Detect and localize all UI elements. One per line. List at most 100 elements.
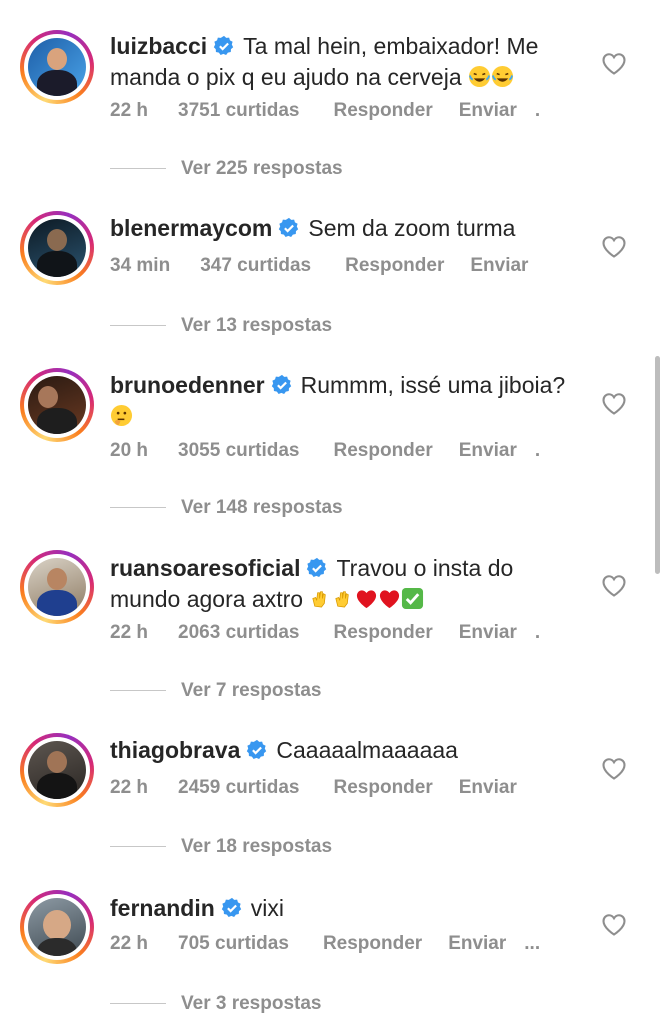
avatar-story-ring[interactable] <box>20 890 94 964</box>
view-replies-button[interactable]: Ver 7 respostas <box>110 680 321 702</box>
comment-text-block: blenermaycom Sem da zoom turma <box>110 213 580 244</box>
username-link[interactable]: thiagobrava <box>110 737 240 763</box>
verified-badge-icon <box>213 35 234 55</box>
avatar <box>28 558 86 616</box>
comment-text: vixi <box>250 895 285 921</box>
send-button[interactable]: Enviar <box>459 622 517 644</box>
comment-meta: 22 h 3751 curtidas Responder Enviar. <box>110 100 540 122</box>
likes-count[interactable]: 3055 curtidas <box>178 440 299 462</box>
comment-text-block: ruansoaresoficial Travou o insta do mundo… <box>110 553 580 615</box>
scrollbar[interactable] <box>655 356 660 574</box>
reply-button[interactable]: Responder <box>334 440 433 462</box>
avatar-story-ring[interactable] <box>20 368 94 442</box>
avatar-story-ring[interactable] <box>20 733 94 807</box>
divider-line <box>110 846 166 848</box>
verified-badge-icon <box>279 217 299 237</box>
avatar-story-ring[interactable] <box>20 550 94 624</box>
comment-time: 20 h <box>110 440 149 461</box>
comment-meta: 34 min 347 curtidas Responder Enviar <box>110 255 546 277</box>
comment-meta: 22 h 705 curtidas Responder Enviar... <box>110 933 540 955</box>
likes-count[interactable]: 3751 curtidas <box>178 100 299 122</box>
view-replies-label: Ver 148 respostas <box>181 497 343 518</box>
comment-time: 22 h <box>110 622 149 643</box>
comment-time: 22 h <box>110 777 149 798</box>
username-link[interactable]: blenermaycom <box>110 215 272 241</box>
likes-count[interactable]: 347 curtidas <box>200 255 311 277</box>
laughing-emoji <box>462 64 514 90</box>
more-options-button[interactable]: ... <box>524 933 540 955</box>
send-button[interactable]: Enviar <box>470 255 528 277</box>
comment-text: Sem da zoom turma <box>308 215 516 241</box>
avatar-story-ring[interactable] <box>20 211 94 285</box>
view-replies-label: Ver 13 respostas <box>181 315 333 336</box>
more-options-button[interactable]: . <box>535 440 540 462</box>
username-link[interactable]: brunoedenner <box>110 372 265 398</box>
send-button[interactable]: Enviar <box>459 440 517 462</box>
avatar <box>28 219 86 277</box>
likes-count[interactable]: 705 curtidas <box>178 933 289 955</box>
red-heart-emoji <box>357 590 377 609</box>
heart-outline-icon[interactable] <box>600 233 628 259</box>
heart-outline-icon[interactable] <box>600 755 628 781</box>
comment-time: 22 h <box>110 933 149 954</box>
heart-outline-icon[interactable] <box>600 572 628 598</box>
comment-text: Caaaaalmaaaaaa <box>276 737 458 763</box>
comment-text-block: brunoedenner Rummm, issé uma jiboia? <box>110 370 580 432</box>
likes-count[interactable]: 2063 curtidas <box>178 622 299 644</box>
send-button[interactable]: Enviar <box>459 777 517 799</box>
comment-time: 34 min <box>110 255 171 276</box>
heart-outline-icon[interactable] <box>600 911 628 937</box>
view-replies-button[interactable]: Ver 18 respostas <box>110 836 332 858</box>
username-link[interactable]: luizbacci <box>110 33 207 59</box>
view-replies-button[interactable]: Ver 13 respostas <box>110 315 332 337</box>
view-replies-button[interactable]: Ver 148 respostas <box>110 497 343 519</box>
view-replies-label: Ver 18 respostas <box>181 836 333 857</box>
reply-button[interactable]: Responder <box>334 622 433 644</box>
comment-meta: 20 h 3055 curtidas Responder Enviar. <box>110 440 540 462</box>
avatar <box>28 898 86 956</box>
view-replies-label: Ver 3 respostas <box>181 993 322 1014</box>
avatar <box>28 741 86 799</box>
view-replies-button[interactable]: Ver 3 respostas <box>110 993 321 1015</box>
comment-meta: 22 h 2459 curtidas Responder Enviar <box>110 777 535 799</box>
username-link[interactable]: fernandin <box>110 895 215 921</box>
check-mark-emoji <box>402 587 424 610</box>
view-replies-label: Ver 7 respostas <box>181 680 322 701</box>
emoji-group <box>303 586 424 612</box>
username-link[interactable]: ruansoaresoficial <box>110 555 300 581</box>
reply-button[interactable]: Responder <box>345 255 444 277</box>
likes-count[interactable]: 2459 curtidas <box>178 777 299 799</box>
send-button[interactable]: Enviar <box>459 100 517 122</box>
more-options-button[interactable]: . <box>535 100 540 122</box>
heart-outline-icon[interactable] <box>600 50 628 76</box>
comment-meta: 22 h 2063 curtidas Responder Enviar. <box>110 622 540 644</box>
verified-badge-icon <box>221 897 241 917</box>
comment-text-block: luizbacci Ta mal hein, embaixador! Me man… <box>110 31 580 93</box>
verified-badge-icon <box>247 739 267 759</box>
send-button[interactable]: Enviar <box>448 933 506 955</box>
verified-badge-icon <box>307 557 327 577</box>
comment-text-block: fernandin vixi <box>110 893 580 924</box>
avatar <box>28 38 86 96</box>
thinking-face-emoji <box>110 403 133 429</box>
view-replies-label: Ver 225 respostas <box>181 158 343 179</box>
reply-button[interactable]: Responder <box>334 777 433 799</box>
avatar-story-ring[interactable] <box>20 30 94 104</box>
comment-time: 22 h <box>110 100 149 121</box>
view-replies-button[interactable]: Ver 225 respostas <box>110 158 343 180</box>
clapping-hands-emoji <box>312 591 327 608</box>
divider-line <box>110 1003 166 1005</box>
avatar <box>28 376 86 434</box>
more-options-button[interactable]: . <box>535 622 540 644</box>
comment-text: Rummm, issé uma jiboia? <box>300 372 566 398</box>
reply-button[interactable]: Responder <box>323 933 422 955</box>
heart-outline-icon[interactable] <box>600 390 628 416</box>
comment-text-block: thiagobrava Caaaaalmaaaaaa <box>110 735 580 766</box>
divider-line <box>110 168 166 170</box>
clapping-hands-emoji <box>335 591 350 608</box>
divider-line <box>110 690 166 692</box>
reply-button[interactable]: Responder <box>334 100 433 122</box>
divider-line <box>110 507 166 509</box>
red-heart-emoji <box>380 590 400 609</box>
divider-line <box>110 325 166 327</box>
